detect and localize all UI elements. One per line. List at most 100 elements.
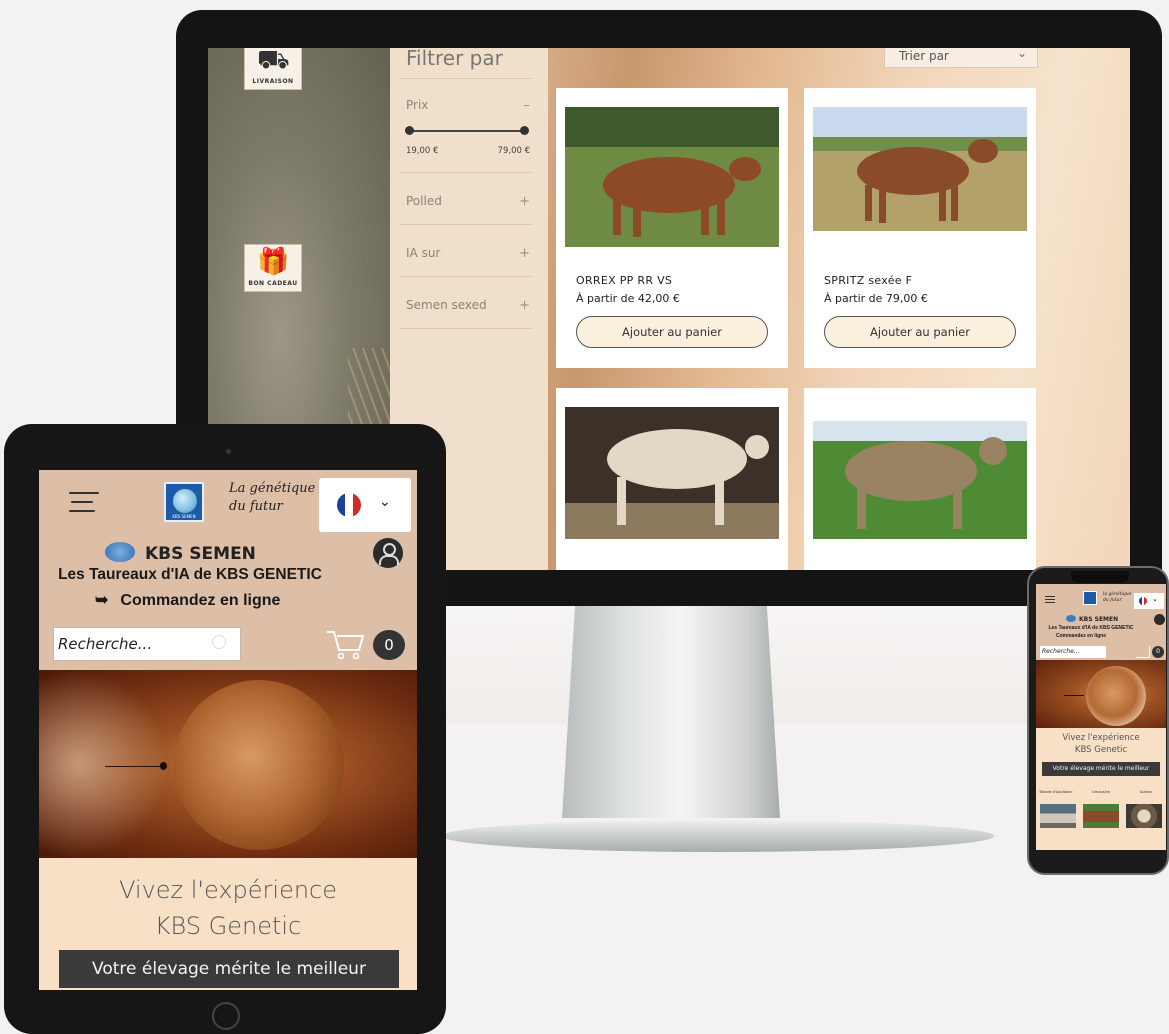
category-label[interactable]: Limousine: [1081, 790, 1121, 794]
price-min-value: 19,00 €: [406, 146, 439, 156]
expand-icon[interactable]: +: [519, 246, 530, 261]
tablet-home-button[interactable]: [212, 1002, 240, 1030]
search-icon[interactable]: [212, 635, 226, 649]
france-flag-icon: [337, 493, 361, 517]
product-card-spritz[interactable]: SPRITZ sexée F À partir de 79,00 € Ajout…: [804, 88, 1036, 368]
product-name[interactable]: ORREX PP RR VS: [576, 274, 672, 287]
sperm-tail: [105, 766, 163, 767]
delivery-link[interactable]: ⛟ LIVRAISON: [244, 48, 302, 90]
chevron-down-icon: ⌄: [379, 494, 391, 510]
filter-semen-sexed-label: Semen sexed: [406, 298, 487, 312]
globe-icon: [105, 542, 135, 562]
product-price: À partir de 42,00 €: [576, 292, 680, 305]
divider: [400, 328, 532, 329]
sperm-tail: [1064, 695, 1084, 696]
hamburger-menu-icon[interactable]: [69, 492, 99, 519]
sort-label: Trier par: [899, 49, 949, 63]
cart-count-badge[interactable]: 0: [373, 630, 405, 660]
ovum-illustration: [174, 680, 344, 850]
tagline-line-2: du futur: [1103, 598, 1122, 603]
sort-dropdown[interactable]: Trier par ⌄: [884, 48, 1038, 68]
category-thumbnail[interactable]: [1083, 804, 1119, 828]
collapse-icon[interactable]: –: [524, 98, 531, 113]
phone-notch: [1071, 571, 1129, 583]
kbs-semen-logo[interactable]: KBS SEMEN: [164, 482, 204, 522]
category-label[interactable]: Aubrac: [1126, 790, 1166, 794]
category-label[interactable]: Blonde d'Aquitaine: [1036, 790, 1076, 794]
brand-name: KBS SEMEN: [105, 542, 305, 564]
hero-section: Vivez l'expérience KBS Genetic Votre éle…: [1036, 728, 1166, 850]
cta-button[interactable]: Votre élevage mérite le meilleur: [1042, 762, 1160, 776]
add-to-cart-button[interactable]: Ajouter au panier: [824, 316, 1016, 348]
site-subtitle: Les Taureaux d'IA de KBS GENETIC: [1048, 625, 1134, 631]
user-account-icon[interactable]: [373, 538, 403, 568]
order-online-link[interactable]: Commandez en ligne: [1056, 633, 1106, 639]
hero-glow: [39, 670, 169, 858]
hero-image: [39, 670, 417, 858]
language-selector[interactable]: ⌄: [1134, 593, 1164, 609]
filter-semen-sexed[interactable]: Semen sexed +: [406, 298, 530, 313]
product-photo[interactable]: [813, 421, 1027, 539]
search-input[interactable]: Recherche...: [1040, 646, 1106, 658]
tagline-line-1: La génétique: [229, 481, 316, 496]
delivery-truck-icon: ⛟: [257, 48, 290, 75]
hero-headline-line-2: KBS Genetic: [154, 912, 302, 940]
search-box[interactable]: [53, 627, 241, 661]
shopping-cart-icon[interactable]: [1136, 646, 1150, 658]
tagline: la génétique du futur: [1103, 592, 1131, 604]
tablet-screen: KBS SEMEN La génétique du futur ⌄ KBS SE…: [39, 470, 417, 990]
user-account-icon[interactable]: [1154, 614, 1165, 625]
product-photo[interactable]: [813, 107, 1027, 231]
tagline-line-2: du futur: [229, 499, 283, 514]
cta-button[interactable]: Votre élevage mérite le meilleur: [59, 950, 399, 988]
filter-polled[interactable]: Polled +: [406, 194, 530, 209]
hero-headline-line-1: Vivez l'expérience: [1062, 733, 1140, 743]
product-card[interactable]: [556, 388, 788, 570]
brand-name-text: KBS SEMEN: [145, 544, 256, 564]
order-online-text: Commandez en ligne: [120, 592, 281, 609]
delivery-caption: LIVRAISON: [252, 78, 294, 85]
category-thumbnail[interactable]: [1126, 804, 1162, 828]
monitor-base: [442, 820, 994, 852]
arrow-icon: ➥: [95, 592, 109, 609]
add-to-cart-button[interactable]: Ajouter au panier: [576, 316, 768, 348]
product-card[interactable]: [804, 388, 1036, 570]
price-max-value: 79,00 €: [497, 146, 530, 156]
search-input[interactable]: [54, 628, 194, 660]
chevron-down-icon: ⌄: [1152, 595, 1158, 603]
hamburger-menu-icon[interactable]: [1045, 596, 1055, 605]
filter-price-header[interactable]: Prix –: [406, 98, 531, 113]
expand-icon[interactable]: +: [519, 194, 530, 209]
kbs-semen-logo[interactable]: [1083, 591, 1097, 605]
ovum-illustration: [1086, 666, 1146, 726]
gift-card-link[interactable]: 🎁 BON CADEAU: [244, 244, 302, 292]
cart-count-badge[interactable]: 0: [1152, 646, 1164, 658]
brand-name: KBS SEMEN: [1066, 615, 1118, 623]
product-card-orrex[interactable]: ORREX PP RR VS À partir de 42,00 € Ajout…: [556, 88, 788, 368]
order-online-link[interactable]: ➥ Commandez en ligne: [95, 590, 280, 610]
tagline: La génétique du futur: [229, 480, 315, 516]
price-range-slider[interactable]: [405, 126, 529, 135]
product-photo[interactable]: [565, 407, 779, 539]
sperm-head: [160, 762, 167, 770]
price-max-handle[interactable]: [520, 126, 529, 135]
filter-polled-label: Polled: [406, 194, 442, 208]
filter-ia-sur[interactable]: IA sur +: [406, 246, 530, 261]
product-photo[interactable]: [565, 107, 779, 247]
category-thumbnail[interactable]: [1040, 804, 1076, 828]
hero-image: [1036, 660, 1166, 728]
divider: [400, 224, 532, 225]
filter-title: Filtrer par: [406, 48, 503, 70]
tablet-header: KBS SEMEN La génétique du futur ⌄ KBS SE…: [39, 470, 417, 670]
language-selector[interactable]: ⌄: [319, 478, 411, 532]
shopping-cart-icon[interactable]: [325, 626, 365, 662]
divider: [400, 172, 532, 173]
phone-screen: la génétique du futur ⌄ KBS SEMEN Les Ta…: [1036, 584, 1166, 850]
monitor-stand: [562, 606, 780, 818]
filter-ia-sur-label: IA sur: [406, 246, 441, 260]
hero-headline: Vivez l'expérience KBS Genetic: [1036, 732, 1166, 756]
price-min-handle[interactable]: [405, 126, 414, 135]
globe-icon: [1066, 615, 1076, 622]
expand-icon[interactable]: +: [519, 298, 530, 313]
product-name[interactable]: SPRITZ sexée F: [824, 274, 912, 287]
